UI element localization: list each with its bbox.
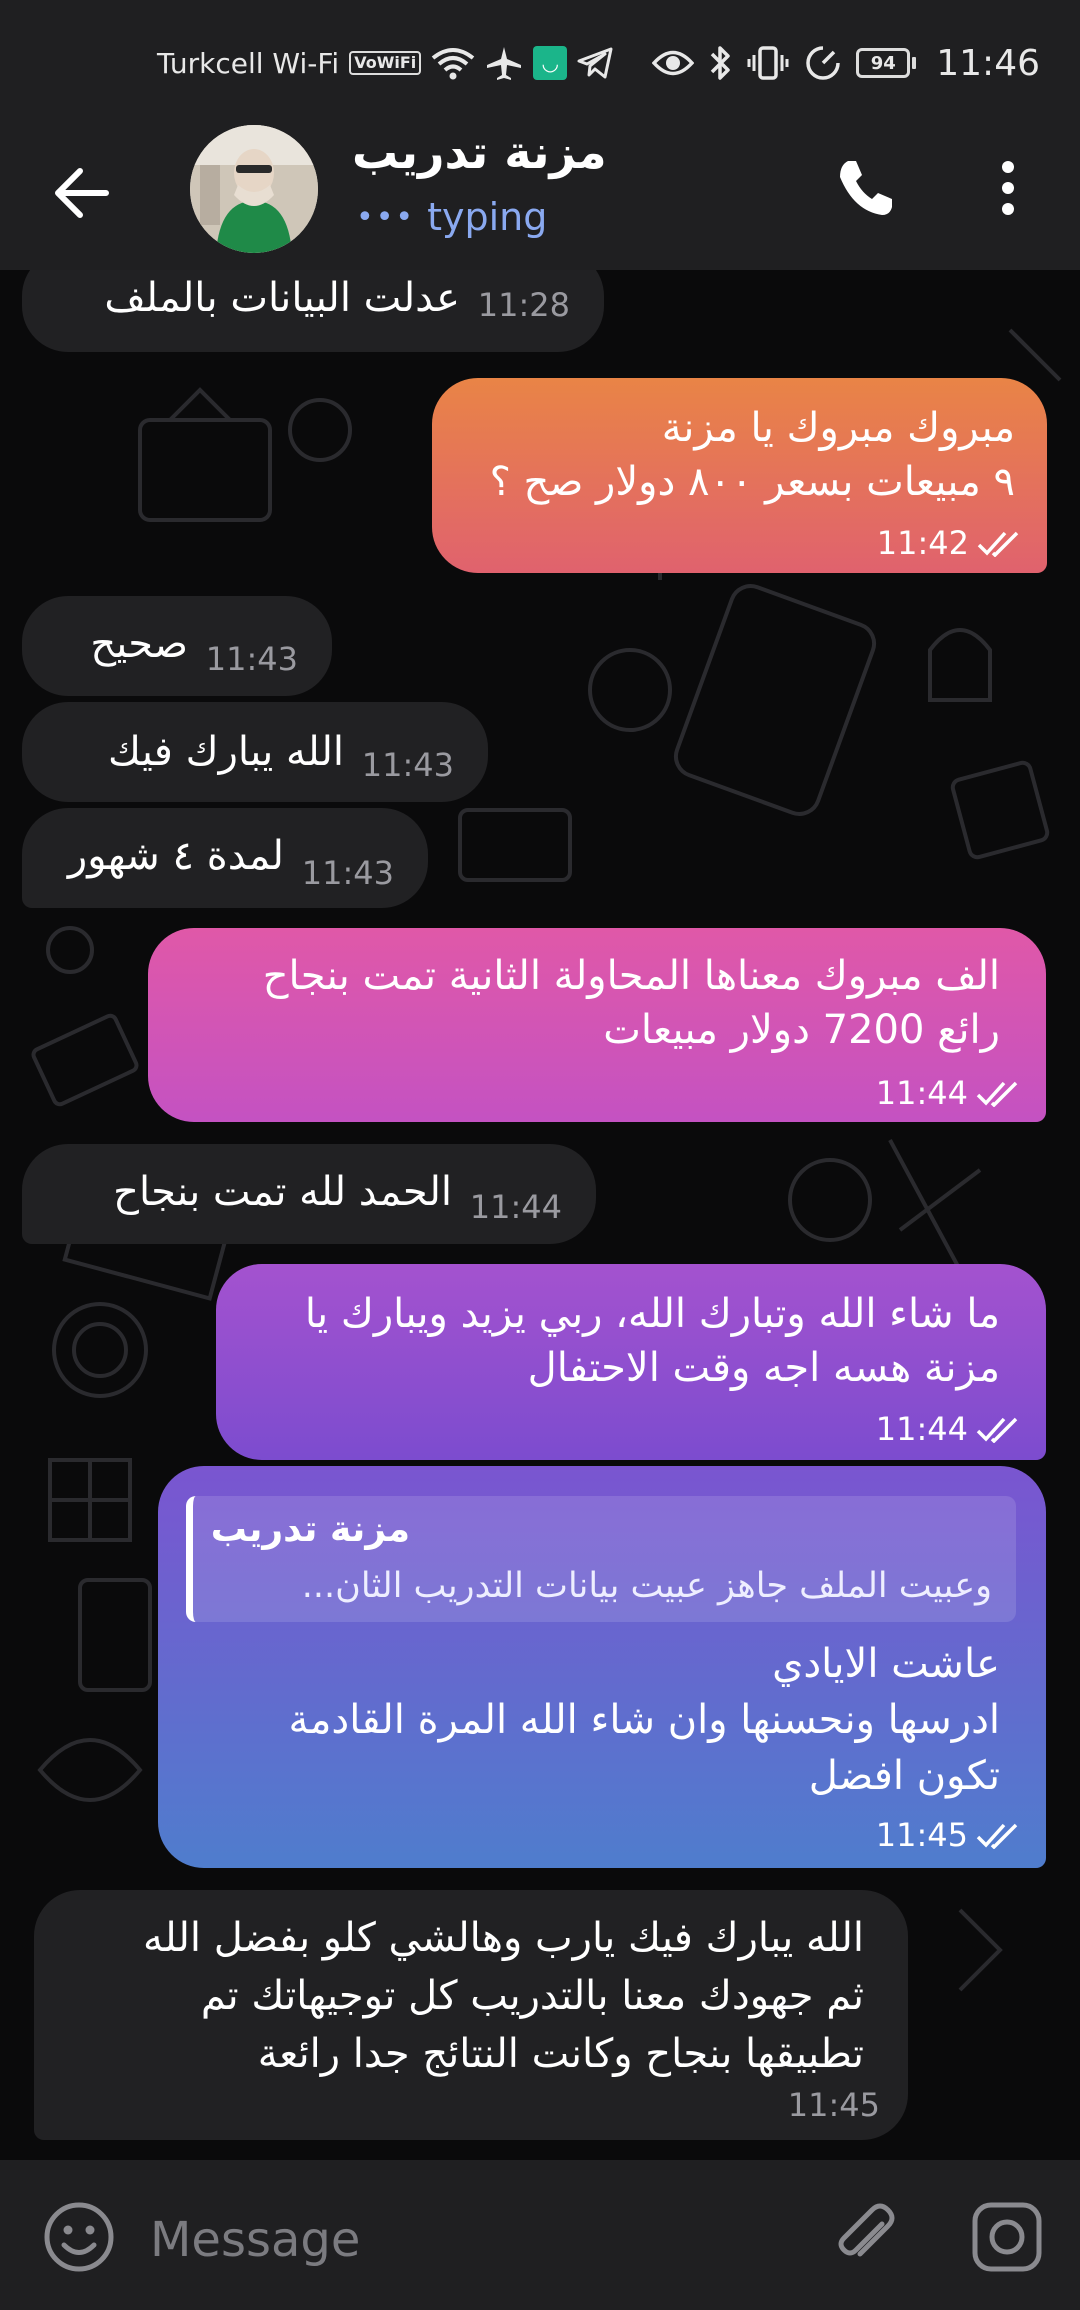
message-composer	[0, 2160, 1080, 2310]
outgoing-message-with-reply[interactable]: مزنة تدريب وعبيت الملف جاهز عبيت بيانات …	[158, 1466, 1046, 1868]
double-check-icon	[976, 1417, 1018, 1443]
message-text: تكون افضل	[808, 1753, 1000, 1799]
message-text: الف مبروك معناها المحاولة الثانية تمت بن…	[262, 953, 1000, 999]
reply-author: مزنة تدريب	[210, 1509, 410, 1550]
message-time: 11:44	[469, 1188, 562, 1226]
data-saver-icon	[806, 46, 840, 80]
outgoing-message[interactable]: الف مبروك معناها المحاولة الثانية تمت بن…	[148, 928, 1046, 1122]
message-time: 11:42	[877, 524, 1025, 562]
message-time: 11:45	[787, 2086, 880, 2124]
message-time-label: 11:42	[876, 524, 969, 562]
vibrate-icon	[747, 46, 789, 80]
double-check-icon	[977, 531, 1019, 557]
bluetooth-icon	[711, 46, 730, 80]
message-text: مزنة هسه اجه وقت الاحتفال	[527, 1345, 1000, 1391]
typing-dots-icon: •••	[356, 199, 416, 235]
message-list[interactable]: عدلت البيانات بالملف 11:28 مبروك مبروك ي…	[0, 270, 1080, 2160]
carrier-label: Turkcell Wi-Fi	[157, 46, 340, 80]
airplane-icon	[487, 47, 522, 80]
instagram-camera-icon[interactable]	[970, 2200, 1044, 2274]
outgoing-message[interactable]: ما شاء الله وتبارك الله، ربي يزيد ويبارك…	[216, 1264, 1046, 1460]
double-check-icon	[976, 1823, 1018, 1849]
typing-status: ••• typing	[356, 195, 547, 239]
incoming-message[interactable]: الله يبارك فيك 11:43	[22, 702, 488, 802]
message-time: 11:28	[477, 286, 570, 324]
incoming-message[interactable]: صحيح 11:43	[22, 596, 332, 696]
battery-indicator: 94	[856, 48, 917, 78]
contact-name[interactable]: مزنة تدريب	[352, 125, 607, 179]
contact-avatar[interactable]	[190, 125, 318, 253]
message-text: تطبيقها بنجاح وكانت النتائج جدا رائعة	[257, 2031, 864, 2077]
mi-app-icon: ◡	[533, 46, 568, 80]
message-time: 11:43	[301, 854, 394, 892]
back-arrow-icon[interactable]	[52, 163, 112, 223]
incoming-message[interactable]: الحمد لله تمت بنجاح 11:44	[22, 1144, 596, 1244]
emoji-icon[interactable]	[42, 2200, 116, 2274]
status-bar: Turkcell Wi-Fi VoWiFi ◡ 94 11:46	[0, 0, 1080, 125]
message-time: 11:45	[876, 1816, 1024, 1854]
chat-header: مزنة تدريب ••• typing	[0, 125, 1080, 270]
message-time: 11:44	[876, 1074, 1024, 1112]
status-right: 94 11:46	[652, 38, 1040, 88]
incoming-message[interactable]: الله يبارك فيك يارب وهالشي كلو بفضل الله…	[34, 1890, 908, 2140]
message-text: مبروك مبروك يا مزنة	[661, 405, 1015, 451]
message-text: الله يبارك فيك يارب وهالشي كلو بفضل الله	[143, 1915, 864, 1961]
message-input[interactable]	[150, 2205, 750, 2275]
status-time: 11:46	[936, 42, 1040, 84]
eye-icon	[652, 50, 695, 76]
attachment-icon[interactable]	[826, 2198, 906, 2278]
more-options-icon[interactable]	[990, 155, 1026, 221]
message-time: 11:43	[361, 746, 454, 784]
message-time-label: 11:45	[875, 1816, 968, 1854]
battery-level: 94	[856, 48, 911, 78]
message-time-label: 11:44	[875, 1074, 968, 1112]
message-text: الحمد لله تمت بنجاح	[113, 1169, 452, 1215]
message-text: الله يبارك فيك	[108, 729, 344, 775]
incoming-message[interactable]: لمدة ٤ شهور 11:43	[22, 808, 428, 908]
wifi-icon	[432, 48, 475, 80]
message-time: 11:44	[876, 1410, 1024, 1448]
phone-call-icon[interactable]	[832, 155, 898, 221]
status-left: Turkcell Wi-Fi VoWiFi ◡	[157, 42, 613, 84]
message-text: عدلت البيانات بالملف	[104, 275, 460, 321]
message-text: ادرسها ونحسنها وان شاء الله المرة القادم…	[288, 1697, 1000, 1743]
reply-preview[interactable]: مزنة تدريب وعبيت الملف جاهز عبيت بيانات …	[186, 1496, 1016, 1622]
typing-label: typing	[427, 195, 548, 239]
vowifi-badge: VoWiFi	[349, 51, 422, 75]
telegram-icon	[577, 47, 613, 79]
reply-text: وعبيت الملف جاهز عبيت بيانات التدريب الث…	[301, 1566, 992, 1606]
message-time-label: 11:44	[875, 1410, 968, 1448]
message-text: عاشت الايادي	[772, 1641, 1000, 1687]
message-time: 11:43	[205, 640, 298, 678]
message-text: ثم جهودك معنا بالتدريب كل توجيهاتك تم	[200, 1973, 864, 2019]
message-text: صحيح	[90, 621, 188, 667]
incoming-message[interactable]: عدلت البيانات بالملف 11:28	[22, 270, 604, 352]
message-text: ما شاء الله وتبارك الله، ربي يزيد ويبارك…	[304, 1291, 1000, 1337]
message-text: لمدة ٤ شهور	[67, 833, 284, 879]
double-check-icon	[976, 1081, 1018, 1107]
outgoing-message[interactable]: مبروك مبروك يا مزنة ٩ مبيعات بسعر ٨٠٠ دو…	[432, 378, 1047, 573]
message-text: رائع 7200 دولار مبيعات	[603, 1007, 1000, 1053]
message-text: ٩ مبيعات بسعر ٨٠٠ دولار صح ؟	[489, 459, 1015, 505]
